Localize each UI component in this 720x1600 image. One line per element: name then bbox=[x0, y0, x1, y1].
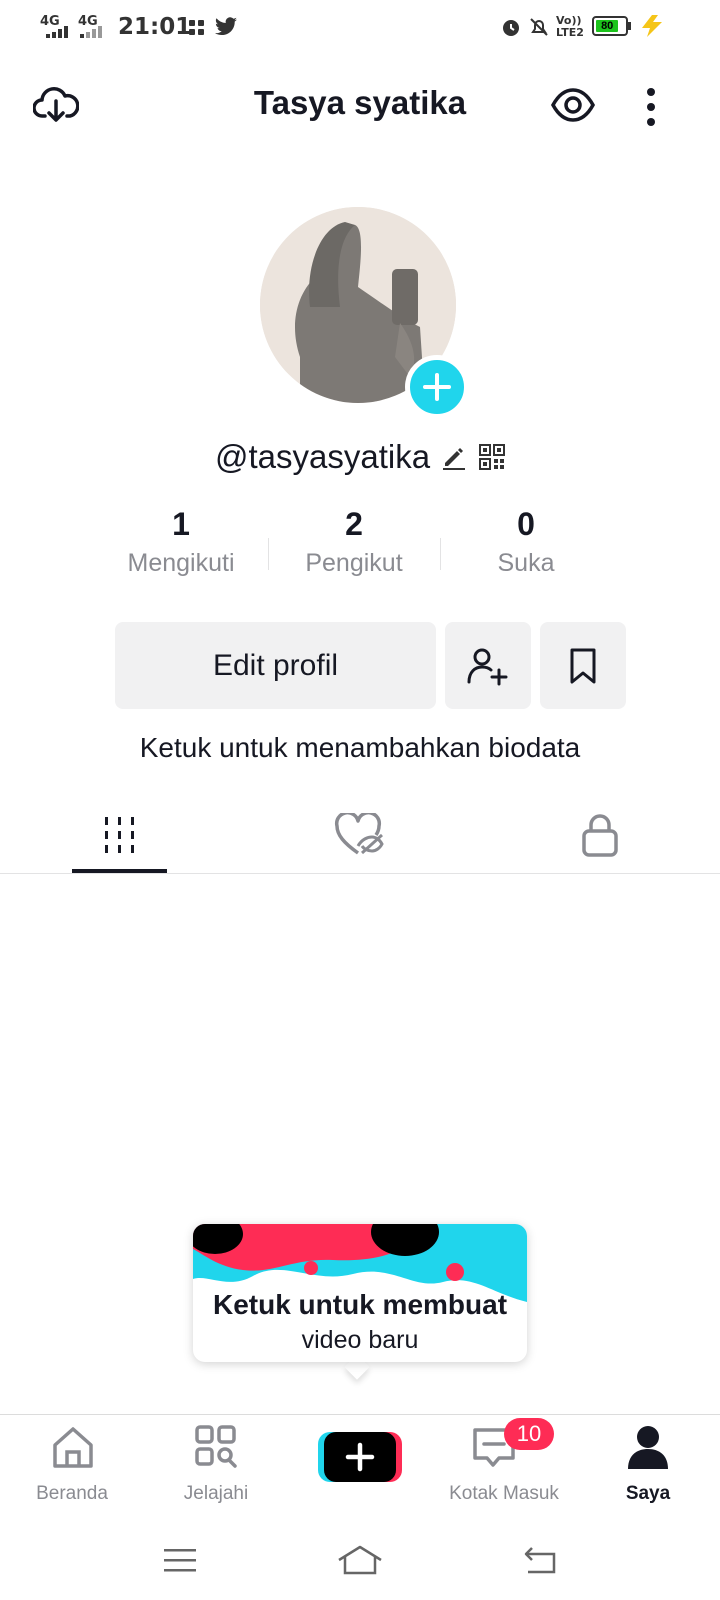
nav-profile[interactable]: Saya bbox=[576, 1420, 720, 1510]
nav-label: Kotak Masuk bbox=[449, 1483, 559, 1504]
username-handle: @tasyasyatika bbox=[215, 438, 431, 475]
stat-count: 1 bbox=[172, 506, 190, 542]
stat-divider bbox=[440, 538, 441, 570]
nav-label: Saya bbox=[625, 1483, 671, 1504]
plus-icon bbox=[423, 373, 451, 401]
volte-label: Vo)) LTE2 bbox=[556, 14, 584, 39]
home-icon bbox=[53, 1427, 93, 1468]
app-notification-icon bbox=[189, 20, 204, 35]
inbox-badge: 10 bbox=[504, 1418, 554, 1450]
nav-home[interactable]: Beranda bbox=[0, 1420, 144, 1510]
tab-divider bbox=[0, 873, 720, 874]
menu-icon bbox=[164, 1549, 196, 1572]
system-home-icon bbox=[338, 1545, 382, 1575]
back-icon bbox=[524, 1547, 556, 1574]
tooltip-title: Ketuk untuk membuat bbox=[212, 1289, 508, 1320]
bookmark-icon bbox=[570, 648, 596, 683]
mute-bell-icon bbox=[530, 18, 548, 36]
add-avatar-button[interactable] bbox=[405, 355, 469, 419]
qr-code-icon[interactable] bbox=[479, 444, 505, 470]
battery-level: 80 bbox=[596, 20, 619, 32]
nav-label: Beranda bbox=[36, 1483, 108, 1504]
battery-tip bbox=[628, 22, 631, 30]
stat-label: Mengikuti bbox=[127, 549, 235, 577]
stat-label: Suka bbox=[497, 549, 555, 577]
edit-profile-label: Edit profil bbox=[212, 648, 339, 682]
tab-liked[interactable] bbox=[240, 795, 480, 875]
bottom-nav-divider bbox=[0, 1414, 720, 1415]
stat-likes[interactable]: 0 Suka bbox=[446, 506, 606, 578]
more-options-icon[interactable] bbox=[642, 86, 660, 128]
stat-divider bbox=[268, 538, 269, 570]
nav-create[interactable] bbox=[288, 1420, 432, 1510]
stat-following[interactable]: 1 Mengikuti bbox=[101, 506, 261, 578]
bio-prompt[interactable]: Ketuk untuk menambahkan biodata bbox=[0, 732, 720, 764]
charging-icon bbox=[642, 15, 662, 37]
stat-followers[interactable]: 2 Pengikut bbox=[274, 506, 434, 578]
tab-private[interactable] bbox=[480, 795, 720, 875]
eye-icon[interactable] bbox=[550, 86, 596, 124]
stat-label: Pengikut bbox=[305, 549, 403, 577]
handle-row: @tasyasyatika bbox=[0, 438, 720, 476]
nav-discover[interactable]: Jelajahi bbox=[144, 1420, 288, 1510]
stat-count: 2 bbox=[345, 506, 363, 542]
status-time: 21:01 bbox=[118, 14, 192, 40]
battery-icon: 80 bbox=[592, 16, 628, 36]
edit-profile-button[interactable]: Edit profil bbox=[115, 622, 436, 709]
system-back-button[interactable] bbox=[420, 1535, 660, 1585]
add-friend-icon bbox=[467, 648, 508, 685]
page-title: Tasya syatika bbox=[253, 84, 467, 121]
stat-count: 0 bbox=[517, 506, 535, 542]
twitter-icon bbox=[215, 17, 237, 36]
liked-hidden-icon bbox=[334, 813, 384, 855]
discover-icon bbox=[195, 1425, 237, 1468]
status-bar: 4G 4G 21:01 Vo)) LTE2 80 bbox=[0, 0, 720, 56]
videos-grid-icon bbox=[105, 817, 134, 853]
signal-icon-2 bbox=[80, 26, 102, 38]
add-friend-button[interactable] bbox=[445, 622, 531, 709]
nav-label: Jelajahi bbox=[183, 1483, 249, 1504]
profile-icon bbox=[628, 1426, 668, 1469]
create-video-tooltip[interactable]: Ketuk untuk membuat video baru bbox=[193, 1224, 527, 1362]
signal-icon bbox=[46, 26, 68, 38]
favorites-button[interactable] bbox=[540, 622, 626, 709]
create-plus-icon bbox=[318, 1432, 402, 1482]
tab-videos[interactable] bbox=[0, 795, 240, 875]
lock-icon bbox=[582, 814, 618, 857]
tooltip-subtitle: video baru bbox=[301, 1326, 419, 1354]
alarm-icon bbox=[503, 20, 519, 36]
edit-pencil-icon[interactable] bbox=[441, 444, 467, 470]
